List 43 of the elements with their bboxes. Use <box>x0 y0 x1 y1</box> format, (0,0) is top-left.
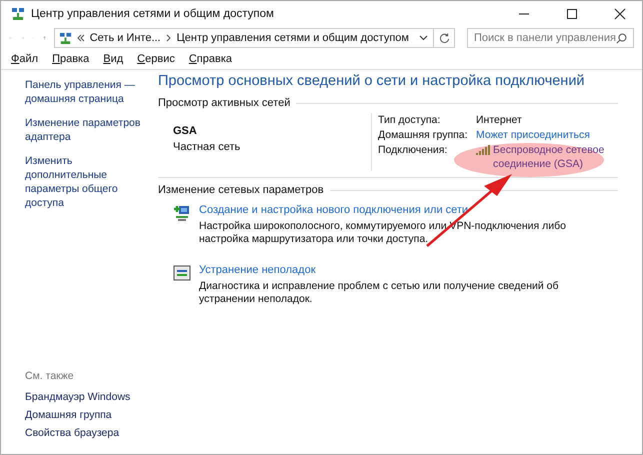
section-heading: Просмотр активных сетей <box>158 97 290 109</box>
menu-item[interactable]: Сервис <box>137 53 175 65</box>
search-field[interactable]: Поиск в панели управления <box>466 28 634 48</box>
troubleshoot-icon <box>173 264 191 282</box>
section-heading: Изменение сетевых параметров <box>158 184 324 196</box>
menu-item[interactable]: Правка <box>52 53 90 65</box>
page-heading: Просмотр основных сведений о сети и настройка подключений <box>158 73 586 89</box>
search-icon <box>616 32 627 44</box>
breadcrumb-item[interactable]: Сеть и Инте... <box>90 32 161 44</box>
maximize-icon[interactable] <box>566 8 578 20</box>
close-icon[interactable] <box>614 8 626 20</box>
menu-item[interactable]: Файл <box>11 53 38 65</box>
property-label: Тип доступа: <box>378 113 442 127</box>
sidebar-link[interactable]: Изменить дополнительные параметры общего доступа <box>25 154 156 210</box>
sidebar-link[interactable]: Панель управления — домашняя страница <box>25 78 156 106</box>
network-setup-icon <box>173 204 191 222</box>
menu-item[interactable]: Вид <box>103 53 124 65</box>
refresh-icon[interactable] <box>438 32 450 44</box>
connection-link[interactable]: Беспроводное сетевое соединение (GSA) <box>493 143 613 171</box>
task-description: Настройка широкополосного, коммутируемого или VPN-подключения либо настройка маршрутизатора или точки доступа. <box>199 220 567 246</box>
signal-icon <box>476 145 490 155</box>
see-also-link[interactable]: Домашняя группа <box>25 406 156 424</box>
window-title: Центр управления сетями и общим доступом <box>31 8 274 20</box>
task-description: Диагностика и исправление проблем с сетью или получение сведений об устранении неполадок. <box>199 280 560 306</box>
network-name: GSA <box>173 125 198 137</box>
network-type: Частная сеть <box>173 141 242 153</box>
property-value: Интернет <box>476 113 522 127</box>
network-icon <box>11 7 25 21</box>
property-label: Подключения: <box>378 143 448 158</box>
property-label: Домашняя группа: <box>378 128 469 142</box>
see-also-heading: См. также <box>25 370 75 382</box>
chevron-right-icon <box>166 34 172 42</box>
double-chevron-icon <box>76 34 85 42</box>
breadcrumb-item[interactable]: Центр управления сетями и общим доступом <box>176 32 409 44</box>
sidebar-link[interactable]: Изменение параметров адаптера <box>25 116 156 144</box>
task-link[interactable]: Устранение неполадок <box>199 264 599 277</box>
see-also-link[interactable]: Свойства браузера <box>25 424 156 442</box>
property-link[interactable]: Может присоединиться <box>476 128 590 142</box>
see-also-link[interactable]: Брандмауэр Windows <box>25 388 156 406</box>
address-bar[interactable]: Сеть и Инте... Центр управления сетями и общим доступом <box>54 28 455 48</box>
chevron-down-icon[interactable] <box>418 35 428 41</box>
network-icon <box>58 32 72 44</box>
menu-item[interactable]: Справка <box>188 53 232 65</box>
